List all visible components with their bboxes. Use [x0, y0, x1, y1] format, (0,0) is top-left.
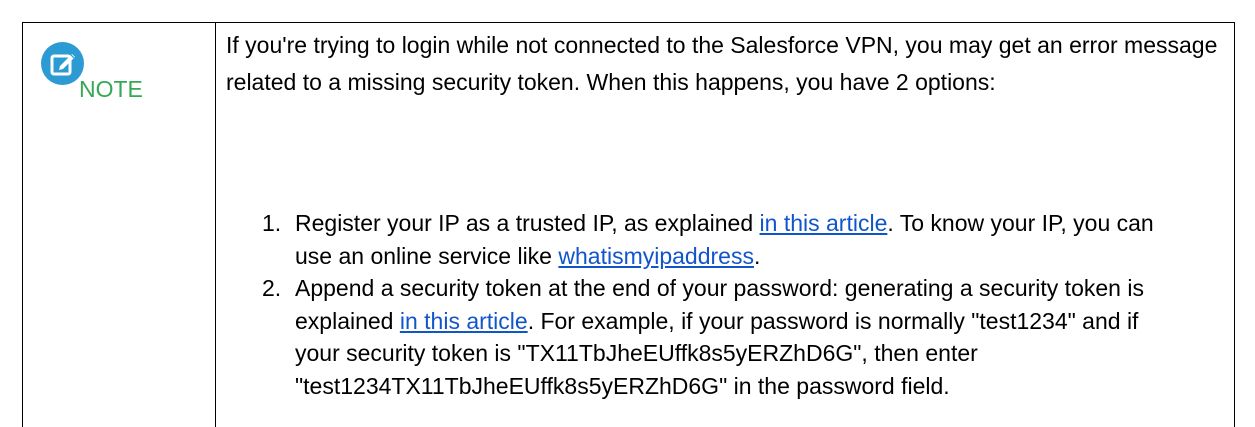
note-intro-text: If you're trying to login while not conn… [226, 32, 1218, 95]
note-label: NOTE [79, 76, 143, 102]
option-item-2: 2. Append a security token at the end of… [216, 272, 1175, 402]
option-text: Register your IP as a trusted IP, as exp… [295, 210, 760, 236]
in-this-article-link[interactable]: in this article [400, 308, 528, 334]
option-text: . [753, 242, 761, 269]
option-number: 1. [262, 210, 282, 236]
whatismyipaddress-link[interactable]: whatismyipaddress [558, 243, 754, 269]
option-number: 2. [262, 275, 282, 301]
note-content-cell: If you're trying to login while not conn… [216, 23, 1234, 427]
options-list: 1. Register your IP as a trusted IP, as … [216, 207, 1175, 402]
edit-note-icon [41, 42, 84, 85]
in-this-article-link[interactable]: in this article [760, 210, 888, 236]
note-callout-table: NOTE If you're trying to login while not… [22, 22, 1235, 427]
option-item-1: 1. Register your IP as a trusted IP, as … [216, 207, 1175, 272]
note-label-cell: NOTE [23, 23, 216, 427]
